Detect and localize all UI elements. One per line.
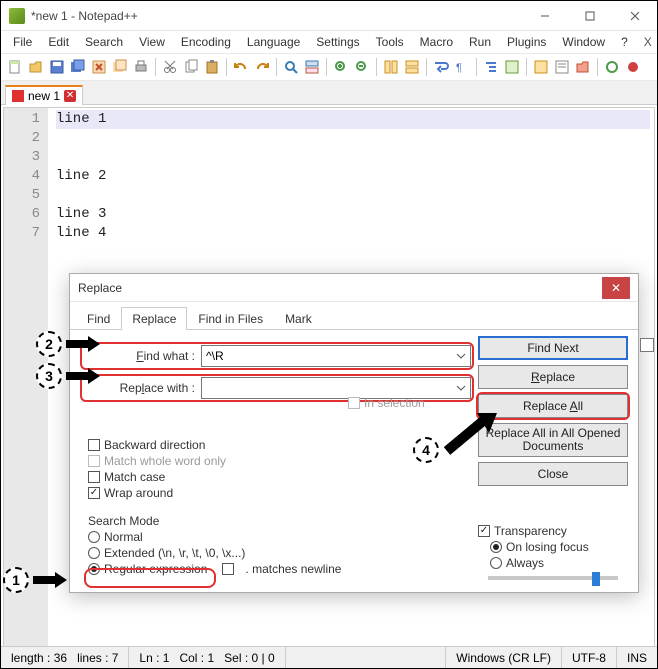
print-icon[interactable]: [131, 57, 151, 77]
open-file-icon[interactable]: [26, 57, 46, 77]
chevron-down-icon[interactable]: [454, 380, 468, 396]
wrap-icon[interactable]: [431, 57, 451, 77]
menu-help[interactable]: ?: [613, 33, 636, 51]
app-icon: [9, 8, 25, 24]
document-tab-bar: new 1 ✕: [1, 81, 657, 105]
close-button[interactable]: [612, 2, 657, 30]
dialog-title-bar[interactable]: Replace ✕: [70, 274, 638, 302]
find-what-label: FFind what :ind what :: [83, 349, 201, 363]
dialog-tabs: Find Replace Find in Files Mark: [70, 302, 638, 330]
menu-search[interactable]: Search: [77, 33, 131, 51]
zoom-out-icon[interactable]: [352, 57, 372, 77]
svg-text:¶: ¶: [456, 62, 462, 74]
on-losing-focus-radio[interactable]: On losing focus: [490, 540, 628, 554]
in-selection-checkbox: In selection: [348, 396, 425, 410]
direction-toggle-checkbox[interactable]: [640, 338, 654, 352]
replace-button[interactable]: Replace: [478, 365, 628, 389]
func-list-icon[interactable]: [552, 57, 572, 77]
minimize-button[interactable]: [522, 2, 567, 30]
window-controls: [522, 2, 657, 30]
close-dialog-button[interactable]: Close: [478, 462, 628, 486]
tab-label: new 1: [28, 89, 60, 103]
find-what-input[interactable]: ^\R: [201, 345, 471, 367]
menu-view[interactable]: View: [131, 33, 173, 51]
status-bar: length : 36 lines : 7 Ln : 1 Col : 1 Sel…: [1, 646, 657, 668]
toolbar: ¶: [1, 53, 657, 81]
tab-find[interactable]: Find: [76, 307, 121, 330]
close-all-icon[interactable]: [110, 57, 130, 77]
chevron-down-icon[interactable]: [454, 348, 468, 364]
replace-icon[interactable]: [302, 57, 322, 77]
transparency-group: Transparency On losing focus Always: [478, 522, 628, 582]
sync-h-icon[interactable]: [402, 57, 422, 77]
transparency-slider[interactable]: [488, 576, 618, 580]
find-what-value: ^\R: [206, 349, 224, 363]
transparency-checkbox[interactable]: Transparency: [478, 524, 628, 538]
save-icon[interactable]: [47, 57, 67, 77]
tab-file-icon: [12, 90, 24, 102]
menu-x[interactable]: X: [636, 33, 658, 51]
new-file-icon[interactable]: [5, 57, 25, 77]
status-eol[interactable]: Windows (CR LF): [446, 647, 562, 668]
find-icon[interactable]: [281, 57, 301, 77]
menu-run[interactable]: Run: [461, 33, 499, 51]
tab-find-in-files[interactable]: Find in Files: [187, 307, 274, 330]
menu-tools[interactable]: Tools: [368, 33, 412, 51]
status-mode[interactable]: INS: [617, 647, 657, 668]
window-title: *new 1 - Notepad++: [31, 9, 522, 23]
menu-file[interactable]: File: [5, 33, 40, 51]
status-length: length : 36 lines : 7: [1, 647, 129, 668]
replace-with-label: Replace with :: [83, 381, 201, 395]
status-encoding[interactable]: UTF-8: [562, 647, 617, 668]
wrap-around-checkbox[interactable]: Wrap around: [88, 486, 628, 500]
matches-newline-checkbox[interactable]: [222, 563, 234, 575]
dialog-close-button[interactable]: ✕: [602, 277, 630, 299]
redo-icon[interactable]: [252, 57, 272, 77]
dialog-title: Replace: [78, 281, 602, 295]
status-caret: Ln : 1 Col : 1 Sel : 0 | 0: [129, 647, 285, 668]
menu-settings[interactable]: Settings: [308, 33, 367, 51]
line-number-gutter: 1 2 3 4 5 6 7: [4, 108, 48, 666]
tab-replace[interactable]: Replace: [121, 307, 187, 330]
undo-icon[interactable]: [231, 57, 251, 77]
replace-all-opened-button[interactable]: Replace All in All Opened Documents: [478, 423, 628, 457]
replace-dialog: Replace ✕ Find Replace Find in Files Mar…: [69, 273, 639, 593]
cut-icon[interactable]: [160, 57, 180, 77]
sync-v-icon[interactable]: [381, 57, 401, 77]
record-icon[interactable]: [623, 57, 643, 77]
menu-language[interactable]: Language: [239, 33, 308, 51]
title-bar: *new 1 - Notepad++: [1, 1, 657, 31]
always-radio[interactable]: Always: [490, 556, 628, 570]
doc-map-icon[interactable]: [531, 57, 551, 77]
copy-icon[interactable]: [181, 57, 201, 77]
folder-panel-icon[interactable]: [573, 57, 593, 77]
find-next-button[interactable]: Find Next: [478, 336, 628, 360]
paste-icon[interactable]: [202, 57, 222, 77]
document-tab[interactable]: new 1 ✕: [5, 85, 83, 105]
menu-bar: File Edit Search View Encoding Language …: [1, 31, 657, 53]
menu-macro[interactable]: Macro: [412, 33, 461, 51]
menu-plugins[interactable]: Plugins: [499, 33, 554, 51]
replace-with-input[interactable]: [201, 377, 471, 399]
menu-edit[interactable]: Edit: [40, 33, 77, 51]
tab-close-icon[interactable]: ✕: [64, 90, 76, 102]
close-file-icon[interactable]: [89, 57, 109, 77]
show-all-icon[interactable]: ¶: [452, 57, 472, 77]
monitor-icon[interactable]: [602, 57, 622, 77]
menu-encoding[interactable]: Encoding: [173, 33, 239, 51]
maximize-button[interactable]: [567, 2, 612, 30]
save-all-icon[interactable]: [68, 57, 88, 77]
lang-icon[interactable]: [502, 57, 522, 77]
menu-window[interactable]: Window: [554, 33, 613, 51]
indent-guide-icon[interactable]: [481, 57, 501, 77]
zoom-in-icon[interactable]: [331, 57, 351, 77]
replace-all-button[interactable]: Replace All: [478, 394, 628, 418]
tab-mark[interactable]: Mark: [274, 307, 323, 330]
